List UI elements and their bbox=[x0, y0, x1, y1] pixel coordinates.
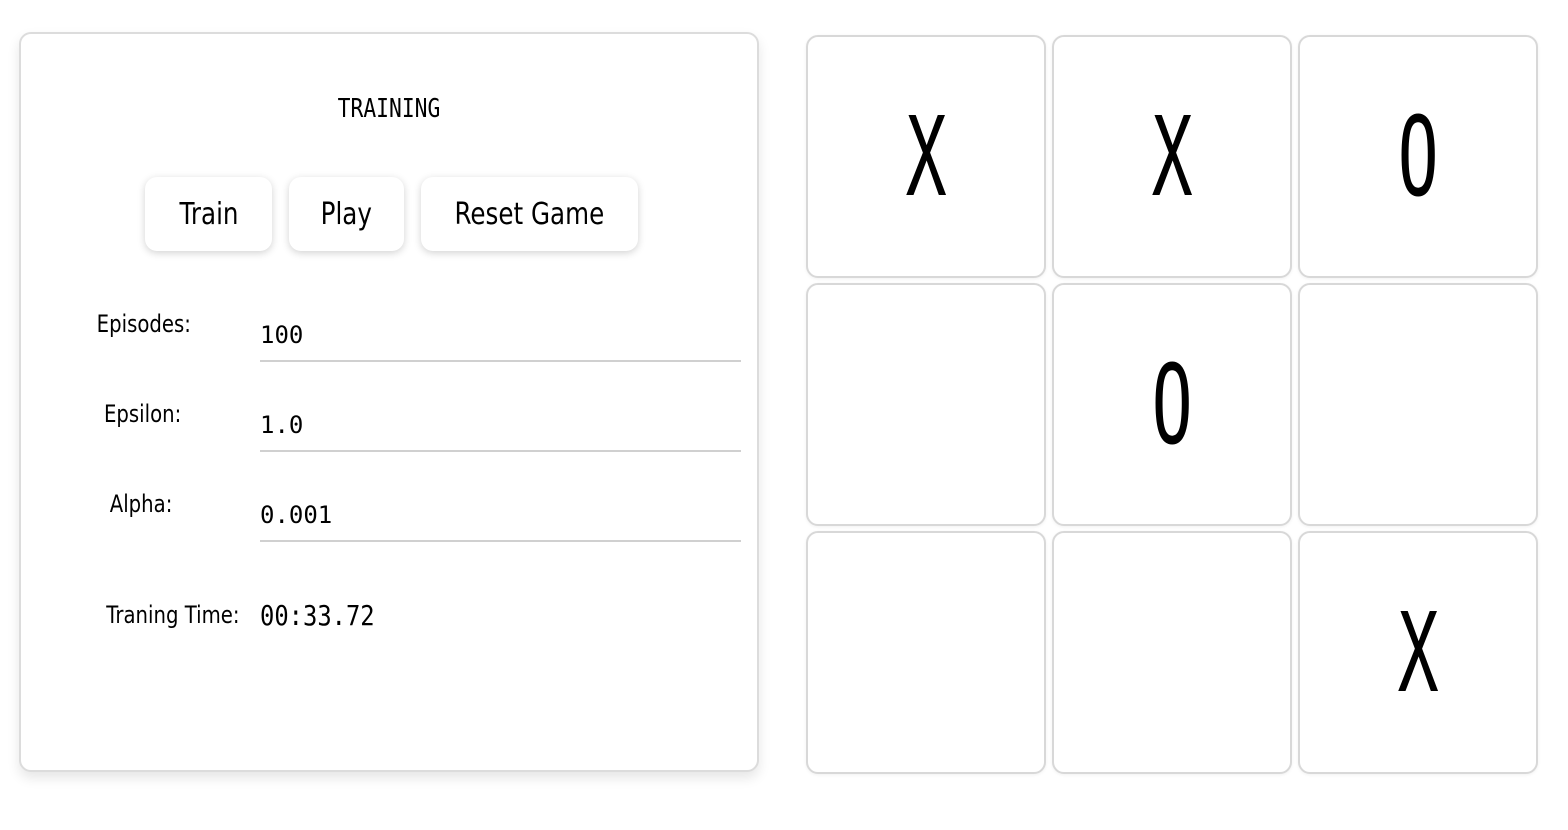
episodes-input[interactable] bbox=[260, 310, 741, 362]
board-cell-4[interactable] bbox=[806, 283, 1046, 526]
game-board: X X O O X bbox=[806, 35, 1538, 775]
training-panel: TRAINING Train Play Reset Game Episodes:… bbox=[19, 32, 759, 772]
alpha-input[interactable] bbox=[260, 490, 741, 542]
board-cell-2[interactable]: X bbox=[1052, 35, 1292, 278]
train-button[interactable]: Train bbox=[145, 177, 272, 251]
training-time-value: 00:33.72 bbox=[260, 599, 375, 632]
alpha-label: Alpha: bbox=[109, 490, 172, 518]
reset-game-button[interactable]: Reset Game bbox=[421, 177, 638, 251]
board-cell-6[interactable] bbox=[1298, 283, 1538, 526]
board-cell-9[interactable]: X bbox=[1298, 531, 1538, 774]
board-cell-1[interactable]: X bbox=[806, 35, 1046, 278]
panel-title: TRAINING bbox=[337, 94, 441, 124]
epsilon-label: Epsilon: bbox=[103, 400, 181, 428]
play-button[interactable]: Play bbox=[289, 177, 404, 251]
board-cell-7[interactable] bbox=[806, 531, 1046, 774]
epsilon-input[interactable] bbox=[260, 400, 741, 452]
board-cell-5[interactable]: O bbox=[1052, 283, 1292, 526]
training-time-label: Traning Time: bbox=[105, 601, 239, 629]
board-cell-8[interactable] bbox=[1052, 531, 1292, 774]
board-cell-3[interactable]: O bbox=[1298, 35, 1538, 278]
episodes-label: Episodes: bbox=[96, 310, 191, 338]
